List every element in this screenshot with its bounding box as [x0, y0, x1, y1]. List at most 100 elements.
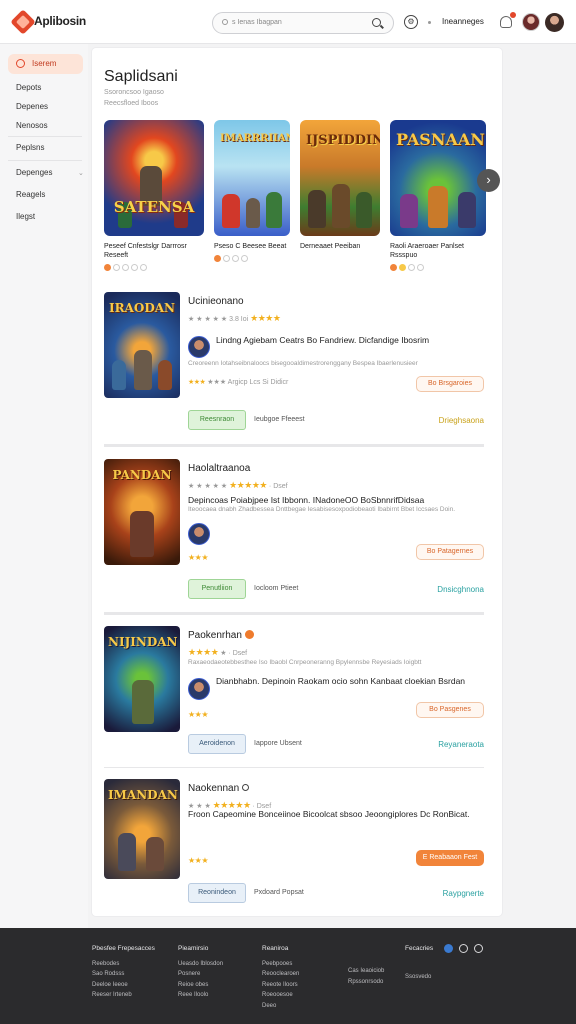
- game-list-item[interactable]: NIJINDAN Paokenrhan ★★★★ ★ · Dsef Raxaeo…: [104, 626, 484, 761]
- game-description: Lindng Agiebam Ceatrs Bo Fandriew. Dicfa…: [216, 335, 430, 345]
- footer-link[interactable]: Roeooesoe: [262, 990, 299, 1001]
- sidebar-item-label: Iserem: [32, 59, 57, 68]
- featured-card-title[interactable]: Derneaaet Peeiban: [300, 242, 380, 251]
- chevron-down-icon[interactable]: ⌄: [78, 169, 84, 177]
- game-list-item[interactable]: PANDAN Haolaltraanoa ★ ★ ★ ★ ★ ★★★★★ · D…: [104, 459, 484, 599]
- game-rating: ★★★★ ★ · Dsef: [188, 647, 248, 657]
- notification-bell-icon[interactable]: [500, 12, 516, 28]
- footer-link[interactable]: Reeser Irteneb: [92, 990, 155, 1001]
- game-cover-image[interactable]: IRAODAN: [104, 292, 180, 398]
- featured-card-title[interactable]: Peseef Cnfestslgr Darrrosr Reseeft: [104, 242, 204, 260]
- sidebar-item[interactable]: Depenges: [16, 168, 52, 177]
- details-link[interactable]: Dnsicghnona: [437, 585, 484, 594]
- footer-link[interactable]: Reeote Iloors: [262, 980, 299, 991]
- details-link[interactable]: Drieghsaona: [439, 416, 484, 425]
- header-nav-link[interactable]: Ineanneges: [442, 17, 484, 26]
- cover-title: NIJINDAN: [108, 635, 178, 649]
- featured-cover-image[interactable]: PASNAAN: [390, 120, 486, 236]
- footer-link[interactable]: Reebodes: [92, 959, 155, 970]
- game-title[interactable]: Haolaltraanoa: [188, 463, 250, 474]
- social-icon-facebook[interactable]: [444, 944, 453, 953]
- game-list-item[interactable]: IRAODAN Ucinieonano ★ ★ ★ ★ ★ 3.8 Ioi ★★…: [104, 292, 484, 432]
- featured-cover-image[interactable]: IMARRRIIAN: [214, 120, 290, 236]
- game-list-item[interactable]: IMANDAN Naokennan ★ ★ ★ ★★★★★ · Dsef Fro…: [104, 779, 484, 909]
- footer-link[interactable]: Reioe obes: [178, 980, 223, 991]
- featured-card[interactable]: PASNAAN Raoli Araeroaer Panlset Rssspuo: [390, 120, 486, 272]
- sidebar-item[interactable]: Depenes: [16, 102, 48, 111]
- sidebar-item[interactable]: Reagels: [16, 190, 45, 199]
- primary-action-button[interactable]: Reesnraon: [188, 410, 246, 430]
- footer-link[interactable]: Reee Iloolo: [178, 990, 223, 1001]
- developer-avatar[interactable]: [188, 523, 210, 545]
- featured-card-title[interactable]: Raoli Araeroaer Panlset Rssspuo: [390, 242, 486, 260]
- sidebar-item[interactable]: Nenosos: [16, 121, 48, 130]
- details-link[interactable]: Reyaneraota: [438, 740, 484, 749]
- social-icon-instagram[interactable]: [459, 944, 468, 953]
- search-input[interactable]: s Ienas Ibagpan: [212, 12, 394, 34]
- character-figure: [308, 190, 326, 228]
- social-icon-share[interactable]: [474, 944, 483, 953]
- game-title[interactable]: Ucinieonano: [188, 296, 244, 307]
- footer-link[interactable]: Ssosvedo: [405, 972, 433, 983]
- footer-link[interactable]: Deeo: [262, 1001, 299, 1012]
- secondary-action-link[interactable]: Iappore Ubsent: [254, 740, 302, 747]
- details-link[interactable]: Raypgnerte: [443, 889, 484, 898]
- footer-link[interactable]: Deeloe Ieeoe: [92, 980, 155, 991]
- carousel-next-button[interactable]: ›: [477, 169, 500, 192]
- sidebar-item[interactable]: Ilegst: [16, 212, 35, 221]
- character-figure: [158, 360, 172, 390]
- featured-cover-image[interactable]: SATENSA: [104, 120, 204, 236]
- game-tag-pill[interactable]: Bo Brsgaroies: [416, 376, 484, 392]
- footer-heading: Reaniroa: [262, 945, 289, 952]
- cover-title: IRAODAN: [108, 301, 176, 315]
- primary-action-button[interactable]: Reonindeon: [188, 883, 246, 903]
- footer-link[interactable]: Cas Ieaoiciob: [348, 966, 384, 977]
- character-figure: [332, 184, 350, 228]
- game-title[interactable]: Naokennan: [188, 783, 250, 794]
- developer-avatar[interactable]: [188, 678, 210, 700]
- app-logo-text[interactable]: Aplibosin: [34, 14, 86, 28]
- sidebar-item[interactable]: Depots: [16, 83, 41, 92]
- footer-link[interactable]: Rpssonrsodo: [348, 977, 384, 988]
- profile-avatar-secondary[interactable]: [522, 13, 540, 31]
- character-figure: [458, 192, 476, 228]
- game-meta: ★★★: [188, 553, 209, 562]
- featured-card[interactable]: IMARRRIIAN Pseso C Beesee Beeat: [214, 120, 290, 263]
- featured-card-title[interactable]: Pseso C Beesee Beeat: [214, 242, 290, 251]
- secondary-action-link[interactable]: Ieubgoe Ffeeest: [254, 416, 305, 423]
- game-title-text: Naokennan: [188, 783, 240, 794]
- developer-avatar[interactable]: [188, 336, 210, 358]
- secondary-action-link[interactable]: Iocloom Ptieet: [254, 585, 298, 592]
- footer-link[interactable]: Reooclearoen: [262, 969, 299, 980]
- game-cover-image[interactable]: PANDAN: [104, 459, 180, 565]
- settings-icon[interactable]: ⚙: [404, 15, 418, 29]
- footer-link[interactable]: Sao Rodsss: [92, 969, 155, 980]
- footer-link[interactable]: Posnere: [178, 969, 223, 980]
- featured-card[interactable]: SATENSA Peseef Cnfestslgr Darrrosr Resee…: [104, 120, 204, 272]
- cover-title: IMARRRIIAN: [220, 133, 290, 144]
- sidebar-item[interactable]: Peplsns: [16, 143, 44, 152]
- game-cover-image[interactable]: IMANDAN: [104, 779, 180, 879]
- game-title[interactable]: Paokenrhan: [188, 630, 254, 641]
- character-figure: [266, 192, 282, 228]
- game-cover-image[interactable]: NIJINDAN: [104, 626, 180, 732]
- rating-stars: ★★★★★: [229, 480, 267, 490]
- meta-text: ★★★: [188, 856, 209, 865]
- user-avatar[interactable]: [545, 13, 564, 32]
- game-tag-pill[interactable]: Bo Patagernes: [416, 544, 484, 560]
- verified-badge-icon: [244, 630, 254, 639]
- character-figure: [132, 680, 154, 724]
- featured-card[interactable]: IJSPIDDIN Derneaaet Peeiban: [300, 120, 380, 251]
- search-icon[interactable]: [372, 18, 381, 27]
- primary-action-button[interactable]: Penutliion: [188, 579, 246, 599]
- footer-link[interactable]: Ueasdo Iblosdon: [178, 959, 223, 970]
- info-icon[interactable]: [242, 784, 250, 791]
- app-logo-icon[interactable]: [10, 9, 36, 35]
- footer-link[interactable]: Peebpooes: [262, 959, 299, 970]
- secondary-action-link[interactable]: Pxdoard Popsat: [254, 889, 304, 896]
- game-tag-pill[interactable]: Bo Pasgenes: [416, 702, 484, 718]
- sidebar-item-active[interactable]: Iserem: [8, 54, 83, 74]
- featured-cover-image[interactable]: IJSPIDDIN: [300, 120, 380, 236]
- game-tag-pill[interactable]: E Reabaaon Fest: [416, 850, 484, 866]
- primary-action-button[interactable]: Aeroidenon: [188, 734, 246, 754]
